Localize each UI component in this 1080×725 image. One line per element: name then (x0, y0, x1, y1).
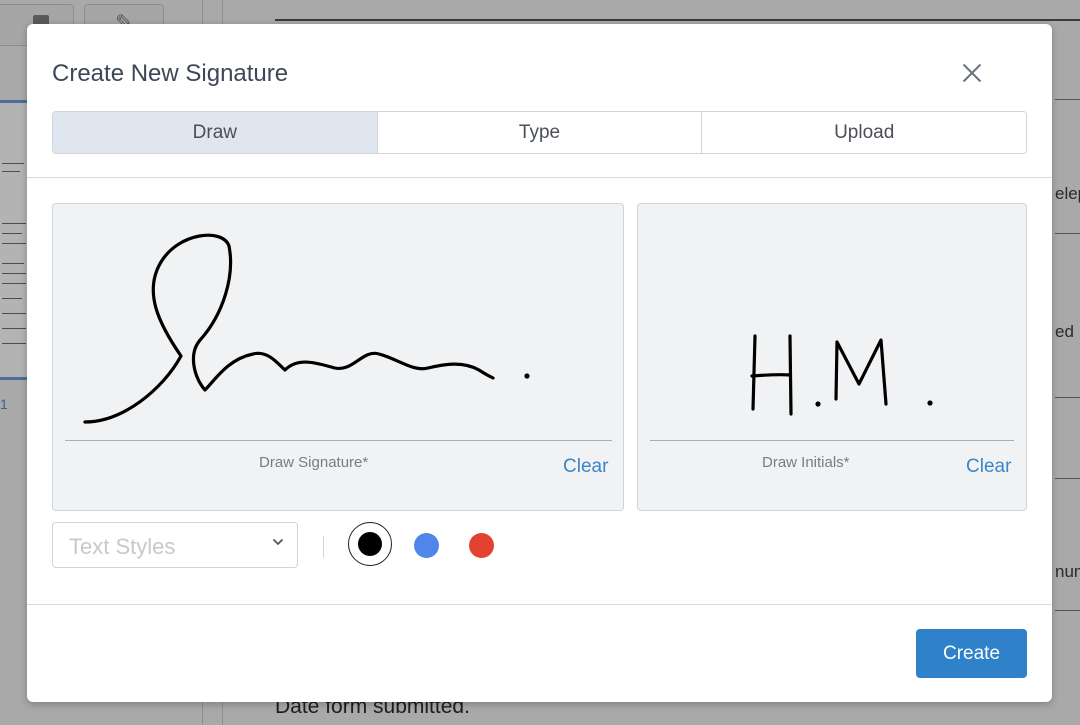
black-dot (358, 532, 382, 556)
signature-pad-label: Draw Signature* (259, 454, 369, 471)
color-swatch-black[interactable] (348, 522, 392, 566)
create-button[interactable]: Create (916, 629, 1027, 678)
initials-pad-label: Draw Initials* (762, 454, 850, 471)
clear-initials-button[interactable]: Clear (966, 456, 1011, 478)
text-styles-select[interactable]: Text Styles (52, 522, 298, 568)
document-rule (1055, 397, 1080, 398)
initials-baseline (650, 440, 1014, 441)
document-rule (1055, 478, 1080, 479)
chevron-down-icon (273, 539, 283, 545)
divider (27, 604, 1052, 605)
text-styles-placeholder: Text Styles (69, 534, 176, 559)
color-swatch-blue[interactable] (414, 533, 439, 558)
tab-draw[interactable]: Draw (53, 112, 378, 153)
create-signature-dialog: Create New Signature Draw Type Upload Dr… (27, 24, 1052, 702)
document-rule (1055, 99, 1080, 100)
initials-pad[interactable]: Draw Initials* Clear (637, 203, 1027, 511)
document-text: elep (1055, 184, 1080, 203)
document-rule (1055, 610, 1080, 611)
signature-pad[interactable]: Draw Signature* Clear (52, 203, 624, 511)
document-text: ed (1055, 322, 1074, 341)
document-text: num (1055, 562, 1080, 581)
clear-signature-button[interactable]: Clear (563, 456, 608, 478)
document-rule (1055, 233, 1080, 234)
tab-type[interactable]: Type (377, 112, 703, 153)
signature-baseline (65, 440, 612, 441)
toolbar-separator (323, 536, 324, 558)
divider (27, 177, 1052, 178)
color-swatch-red[interactable] (469, 533, 494, 558)
dialog-title: Create New Signature (52, 60, 289, 87)
thumbnail-page-link: 1 (0, 396, 8, 412)
close-icon[interactable] (956, 57, 988, 89)
signature-mode-tabs: Draw Type Upload (52, 111, 1027, 154)
tab-upload[interactable]: Upload (702, 112, 1026, 153)
document-rule (275, 19, 1080, 21)
page-thumbnail (0, 100, 28, 380)
